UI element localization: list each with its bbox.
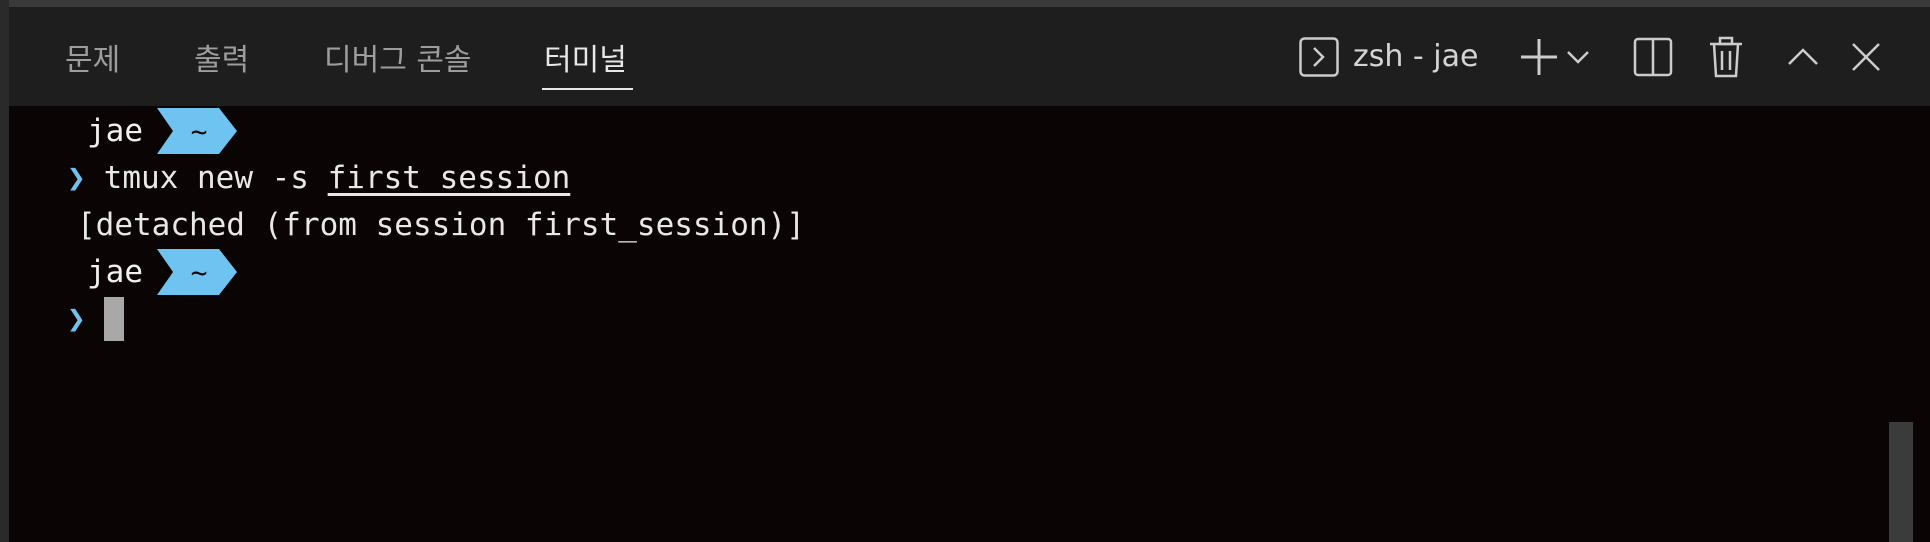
command-argument: first_session [327,160,571,196]
terminal-session-selector[interactable]: zsh - jae [1299,7,1529,106]
terminal-output-line: [detached (from session first_session)] [77,202,805,248]
prompt-directory: ~ [190,114,208,148]
left-border [0,0,9,542]
output-text: [detached (from session first_session)] [77,207,805,243]
close-panel-button[interactable] [1844,7,1888,106]
terminal-prompt-line: jae ~ [67,108,237,154]
terminal-scrollbar[interactable] [1889,422,1913,542]
terminal-prompt-line: jae ~ [67,249,237,295]
active-tab-indicator [542,88,633,90]
prompt-chevron: ❯ [67,160,86,196]
new-terminal-button[interactable] [1517,7,1561,106]
prompt-directory-badge: ~ [157,249,237,295]
prompt-directory: ~ [190,255,208,289]
terminal-panel-window: 문제 출력 디버그 콘솔 터미널 zsh - jae jae ~ ❯ tmux … [0,0,1930,542]
tab-terminal-label: 터미널 [544,42,627,78]
tab-output[interactable]: 출력 [194,7,249,106]
maximize-panel-button[interactable] [1781,7,1825,106]
terminal-dropdown-button[interactable] [1563,7,1593,106]
tab-debug-console[interactable]: 디버그 콘솔 [324,7,472,106]
plus-icon [1519,37,1559,77]
kill-terminal-button[interactable] [1704,7,1748,106]
terminal-cursor [103,297,124,341]
tab-problems-label: 문제 [65,42,121,78]
prompt-chevron: ❯ [67,301,86,337]
prompt-user: jae [87,254,143,290]
terminal-session-label: zsh - jae [1353,39,1479,74]
panel-header: 문제 출력 디버그 콘솔 터미널 zsh - jae [9,7,1930,106]
terminal-input-line[interactable]: ❯ [67,296,124,342]
tab-terminal[interactable]: 터미널 [542,7,633,106]
terminal-output-area[interactable]: jae ~ ❯ tmux new -s first_session [detach… [9,106,1930,542]
tab-problems[interactable]: 문제 [65,7,120,106]
chevron-up-icon [1787,47,1819,67]
tab-debug-console-label: 디버그 콘솔 [324,42,472,78]
split-terminal-button[interactable] [1631,7,1675,106]
terminal-command-line: ❯ tmux new -s first_session [67,155,570,201]
close-icon [1851,42,1881,72]
terminal-shell-icon [1299,36,1339,77]
prompt-user: jae [87,113,143,149]
split-icon [1633,37,1673,77]
prompt-directory-badge: ~ [157,108,237,154]
tab-output-label: 출력 [194,42,250,78]
command-text: tmux new -s [103,160,328,196]
terminal-right-gutter [1913,106,1930,542]
trash-icon [1708,36,1744,78]
top-border [0,0,1930,7]
chevron-down-icon [1566,49,1590,65]
